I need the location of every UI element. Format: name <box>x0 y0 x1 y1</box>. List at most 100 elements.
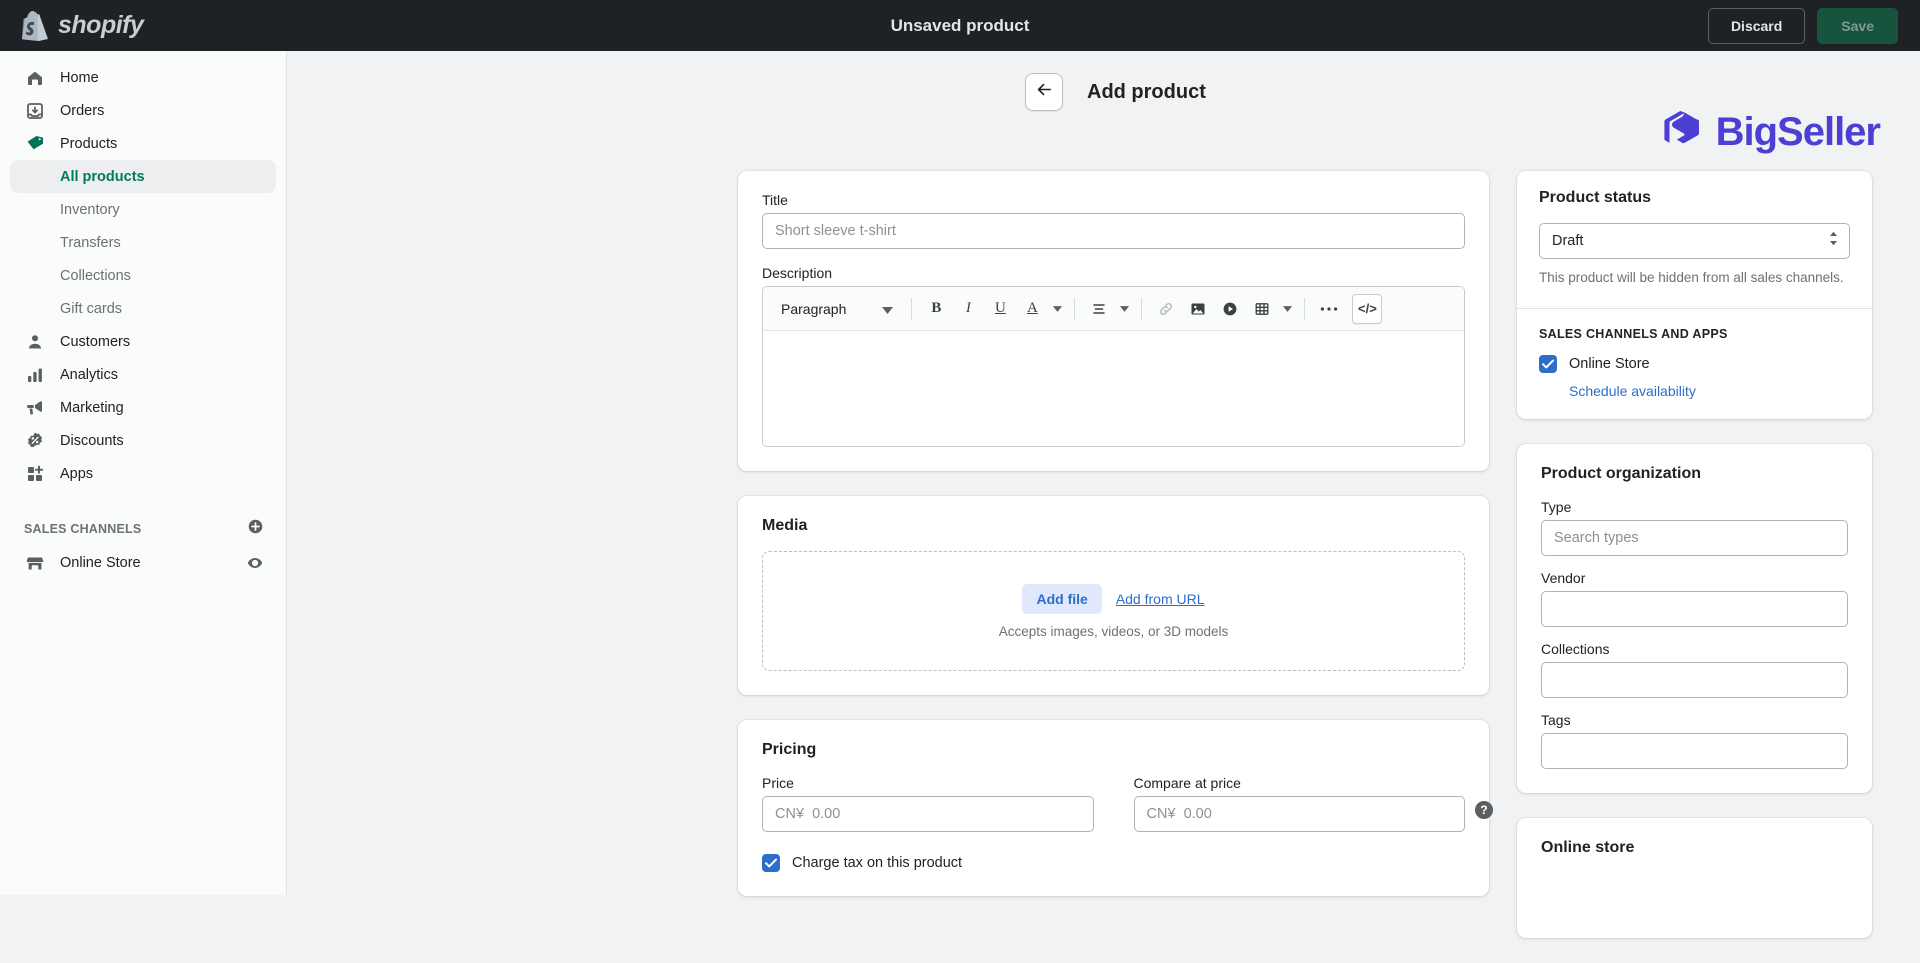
product-status-helper: This product will be hidden from all sal… <box>1539 268 1850 288</box>
add-file-button[interactable]: Add file <box>1022 584 1101 614</box>
product-status-select[interactable]: Draft <box>1539 223 1850 259</box>
discard-button[interactable]: Discard <box>1708 8 1805 44</box>
sidebar-item-analytics[interactable]: Analytics <box>10 358 276 391</box>
table-icon[interactable] <box>1247 294 1277 324</box>
page-title: Add product <box>1087 81 1206 104</box>
sidebar-item-home[interactable]: Home <box>10 61 276 94</box>
editor-toolbar: Paragraph B I U <box>763 287 1464 331</box>
bigseller-logo: BigSeller <box>1660 107 1880 158</box>
charge-tax-row: Charge tax on this product <box>762 854 1465 872</box>
bold-button[interactable]: B <box>921 294 951 324</box>
media-title: Media <box>762 517 1465 535</box>
plus-circle-icon[interactable] <box>247 518 264 540</box>
apps-grid-plus-icon <box>24 463 46 485</box>
video-play-icon[interactable] <box>1215 294 1245 324</box>
online-store-checkbox[interactable] <box>1539 355 1557 373</box>
product-status-card: Product status Draft This product will b… <box>1517 171 1872 419</box>
underline-button[interactable]: U <box>985 294 1015 324</box>
sidebar-item-label: Online Store <box>60 555 141 571</box>
save-button[interactable]: Save <box>1817 8 1898 44</box>
discount-percent-icon <box>24 430 46 452</box>
product-organization-card: Product organization Type Vendor Collect… <box>1517 444 1872 793</box>
arrow-left-icon <box>1035 80 1054 104</box>
shopify-bag-icon <box>22 11 48 41</box>
sidebar-subitem-label: All products <box>60 169 145 185</box>
sidebar-item-orders[interactable]: Orders <box>10 94 276 127</box>
toolbar-divider <box>911 298 912 320</box>
text-color-caret-icon[interactable] <box>1049 294 1065 324</box>
online-store-card: Online store <box>1517 818 1872 938</box>
sidebar-item-label: Orders <box>60 103 104 119</box>
sidebar-item-apps[interactable]: Apps <box>10 457 276 490</box>
italic-glyph: I <box>966 300 971 317</box>
sidebar-subitem-label: Collections <box>60 268 131 284</box>
media-card: Media Add file Add from URL Accepts imag… <box>738 496 1489 695</box>
block-format-select[interactable]: Paragraph <box>772 294 902 324</box>
vendor-label: Vendor <box>1541 570 1848 586</box>
pricing-card: Pricing Price Compare at price ? <box>738 720 1489 896</box>
sidebar-item-gift-cards[interactable]: Gift cards <box>10 292 276 325</box>
sidebar-item-discounts[interactable]: Discounts <box>10 424 276 457</box>
compare-at-price-input[interactable] <box>1134 796 1466 832</box>
sales-channels-header: SALES CHANNELS <box>24 514 264 544</box>
bigseller-hex-icon <box>1660 107 1706 158</box>
compare-at-price-label: Compare at price <box>1134 775 1466 791</box>
price-label: Price <box>762 775 1094 791</box>
sidebar-item-collections[interactable]: Collections <box>10 259 276 292</box>
html-code-label: </> <box>1358 301 1377 316</box>
sidebar: Home Orders Products All products Invent… <box>0 51 287 895</box>
price-input[interactable] <box>762 796 1094 832</box>
charge-tax-checkbox[interactable] <box>762 854 780 872</box>
tags-input[interactable] <box>1541 733 1848 769</box>
customer-person-icon <box>24 331 46 353</box>
link-icon[interactable] <box>1151 294 1181 324</box>
sidebar-item-label: Customers <box>60 334 130 350</box>
title-input[interactable] <box>762 213 1465 249</box>
type-input[interactable] <box>1541 520 1848 556</box>
html-code-icon[interactable]: </> <box>1352 294 1382 324</box>
home-icon <box>24 67 46 89</box>
sales-channels-apps-title: SALES CHANNELS AND APPS <box>1539 327 1850 341</box>
schedule-availability-link[interactable]: Schedule availability <box>1569 383 1850 399</box>
media-actions: Add file Add from URL <box>1022 584 1204 614</box>
align-left-icon[interactable] <box>1084 294 1114 324</box>
bigseller-wordmark: BigSeller <box>1716 110 1880 155</box>
sidebar-item-label: Products <box>60 136 117 152</box>
media-dropzone[interactable]: Add file Add from URL Accepts images, vi… <box>762 551 1465 671</box>
align-caret-icon[interactable] <box>1116 294 1132 324</box>
question-mark-icon[interactable]: ? <box>1475 801 1493 819</box>
back-button[interactable] <box>1025 73 1063 111</box>
text-color-button[interactable]: A <box>1017 294 1047 324</box>
sidebar-item-transfers[interactable]: Transfers <box>10 226 276 259</box>
content-columns: Title Description Paragraph B <box>287 171 1920 963</box>
sidebar-item-products[interactable]: Products <box>10 127 276 160</box>
toolbar-divider <box>1074 298 1075 320</box>
add-from-url-link[interactable]: Add from URL <box>1116 591 1205 607</box>
tags-label: Tags <box>1541 712 1848 728</box>
sidebar-item-label: Discounts <box>60 433 124 449</box>
sidebar-item-customers[interactable]: Customers <box>10 325 276 358</box>
shopify-brand[interactable]: shopify <box>0 11 287 41</box>
sidebar-item-online-store[interactable]: Online Store <box>10 546 276 579</box>
sidebar-item-inventory[interactable]: Inventory <box>10 193 276 226</box>
tags-field-group: Tags <box>1541 712 1848 769</box>
eye-icon[interactable] <box>246 554 264 572</box>
price-field-group: Price <box>762 775 1094 832</box>
ellipsis-icon[interactable] <box>1314 294 1344 324</box>
sidebar-item-marketing[interactable]: Marketing <box>10 391 276 424</box>
title-description-card: Title Description Paragraph B <box>738 171 1489 471</box>
analytics-bars-icon <box>24 364 46 386</box>
window-title: Unsaved product <box>0 16 1920 36</box>
product-status-title: Product status <box>1539 189 1850 207</box>
image-icon[interactable] <box>1183 294 1213 324</box>
collections-input[interactable] <box>1541 662 1848 698</box>
title-label: Title <box>762 192 1465 208</box>
sidebar-item-all-products[interactable]: All products <box>10 160 276 193</box>
description-textarea[interactable] <box>763 331 1464 446</box>
italic-button[interactable]: I <box>953 294 983 324</box>
orders-inbox-icon <box>24 100 46 122</box>
vendor-input[interactable] <box>1541 591 1848 627</box>
text-color-glyph: A <box>1027 300 1038 317</box>
table-caret-icon[interactable] <box>1279 294 1295 324</box>
block-format-label: Paragraph <box>781 301 846 317</box>
